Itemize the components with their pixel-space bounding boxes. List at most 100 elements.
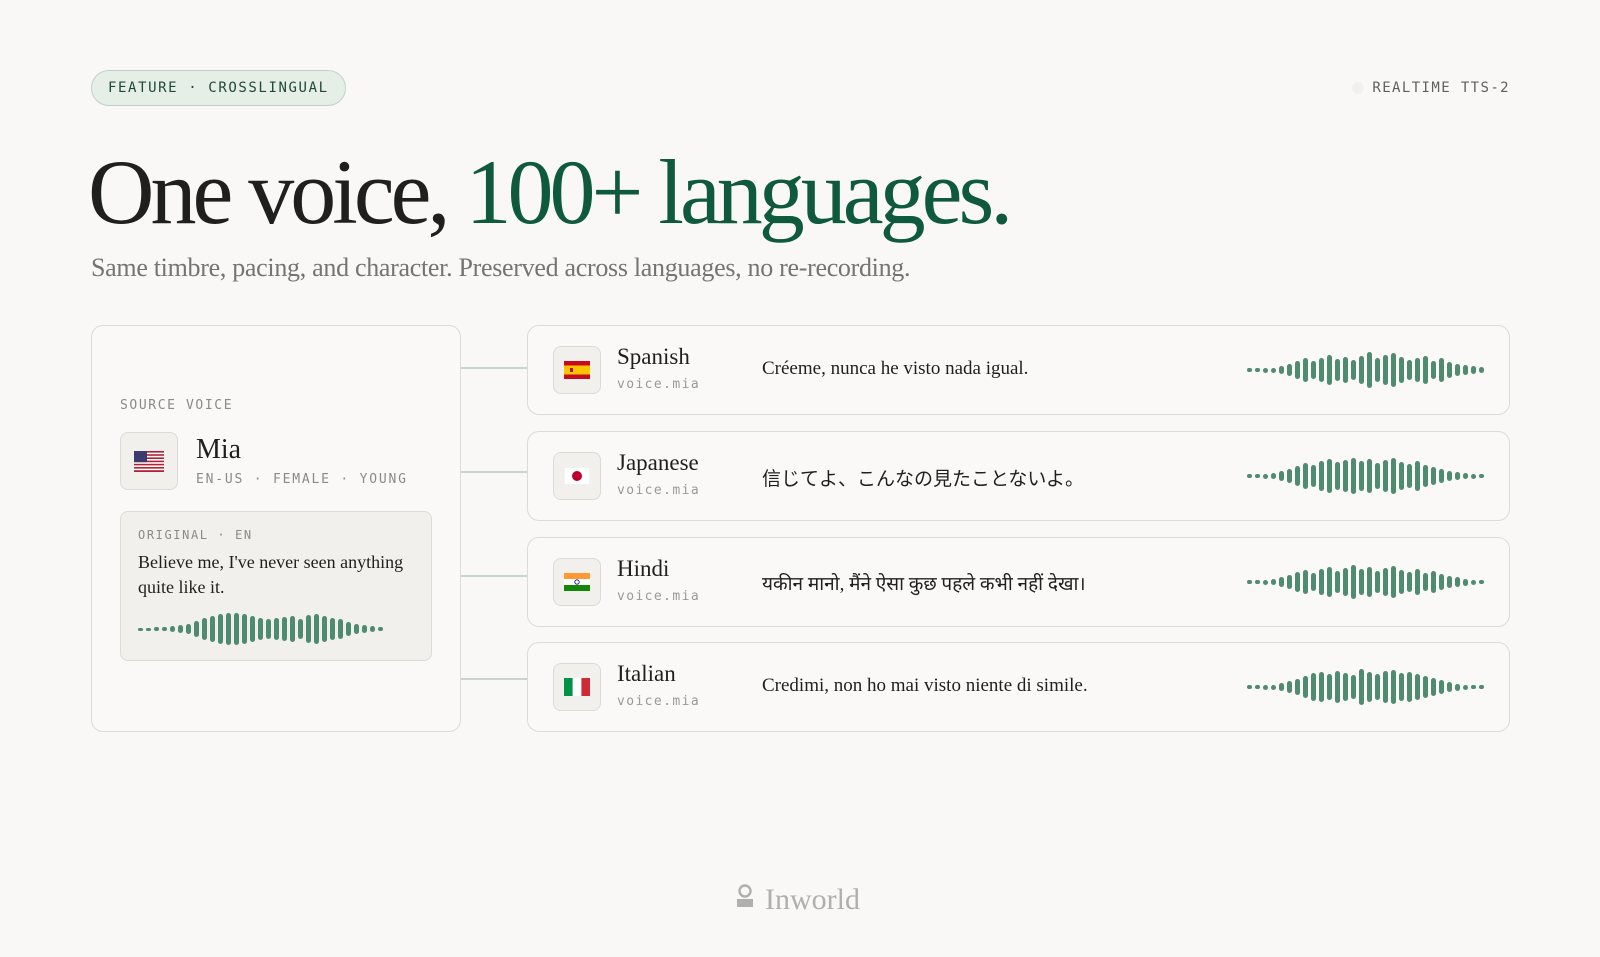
language-name: Japanese [617, 450, 699, 475]
waveform-bar [1367, 567, 1372, 597]
waveform-bar [1415, 569, 1420, 595]
waveform-bar [298, 619, 303, 639]
waveform-bar [1455, 364, 1460, 376]
waveform-bar [1407, 360, 1412, 380]
waveform-bar [1359, 569, 1364, 595]
waveform-bar [1263, 579, 1268, 585]
waveform-bar [1279, 471, 1284, 481]
waveform-bar [1319, 461, 1324, 491]
waveform-bar [250, 616, 255, 642]
original-sample[interactable]: ORIGINAL · EN Believe me, I've never see… [120, 511, 432, 661]
language-phrase: 信じてよ、こんなの見たことないよ。 [762, 469, 1085, 490]
waveform-bar [1423, 676, 1428, 698]
waveform-bar [1247, 685, 1252, 689]
waveform-bar [1447, 576, 1452, 588]
us-flag-icon [120, 432, 178, 490]
connector-line [460, 678, 527, 680]
language-card-hindi[interactable]: Hindi voice.mia यकीन मानो, मैंने ऐसा कुछ… [527, 537, 1510, 627]
waveform-bar [1295, 572, 1300, 592]
waveform-icon [1247, 669, 1484, 705]
waveform-bar [290, 616, 295, 642]
waveform-bar [1407, 572, 1412, 592]
waveform-bar [1319, 569, 1324, 595]
language-phrase: Credimi, non ho mai visto niente di simi… [762, 675, 1088, 696]
source-voice-name: Mia [196, 434, 242, 465]
waveform-bar [1367, 352, 1372, 388]
waveform-bar [346, 622, 351, 636]
waveform-bar [178, 625, 183, 633]
waveform-bar [1407, 672, 1412, 702]
waveform-bar [1383, 355, 1388, 385]
waveform-bar [1279, 683, 1284, 691]
waveform-bar [370, 626, 375, 632]
language-phrase: Créeme, nunca he visto nada igual. [762, 358, 1029, 379]
language-card-italian[interactable]: Italian voice.mia Credimi, non ho mai vi… [527, 642, 1510, 732]
connector-line [460, 367, 527, 369]
waveform-bar [1295, 361, 1300, 379]
waveform-bar [1399, 357, 1404, 383]
waveform-bar [1303, 570, 1308, 594]
waveform-bar [1463, 684, 1468, 690]
waveform-bar [1479, 580, 1484, 584]
waveform-bar [1407, 464, 1412, 488]
waveform-bar [1399, 673, 1404, 701]
waveform-bar [282, 617, 287, 641]
waveform-bar [1383, 460, 1388, 492]
waveform-bar [234, 613, 239, 645]
language-voice-id: voice.mia [617, 483, 701, 498]
waveform-bar [1311, 573, 1316, 591]
headline-part-2: 100+ languages. [465, 141, 1014, 243]
waveform-bar [154, 627, 159, 631]
language-card-spanish[interactable]: Spanish voice.mia Créeme, nunca he visto… [527, 325, 1510, 415]
waveform-bar [1431, 678, 1436, 696]
waveform-bar [1463, 365, 1468, 375]
waveform-bar [1367, 672, 1372, 702]
model-tag: REALTIME TTS-2 [1352, 80, 1510, 96]
waveform-bar [1351, 675, 1356, 699]
waveform-bar [210, 616, 215, 642]
waveform-bar [1303, 676, 1308, 698]
waveform-bar [1335, 671, 1340, 703]
waveform-bar [1463, 473, 1468, 479]
source-voice-card[interactable]: SOURCE VOICE Mia EN-US · FEMALE · YOUNG … [91, 325, 461, 732]
waveform-bar [1399, 570, 1404, 594]
source-voice-label: SOURCE VOICE [120, 398, 234, 413]
waveform-bar [1287, 364, 1292, 376]
language-voice-id: voice.mia [617, 377, 701, 392]
waveform-bar [1327, 355, 1332, 385]
waveform-bar [306, 615, 311, 643]
waveform-bar [258, 618, 263, 640]
waveform-bar [1375, 358, 1380, 382]
language-card-japanese[interactable]: Japanese voice.mia 信じてよ、こんなの見たことないよ。 [527, 431, 1510, 521]
waveform-bar [1423, 465, 1428, 487]
waveform-bar [1343, 673, 1348, 701]
waveform-bar [1439, 574, 1444, 590]
waveform-bar [1271, 684, 1276, 690]
waveform-bar [1343, 460, 1348, 492]
waveform-bar [1439, 680, 1444, 694]
waveform-bar [1383, 568, 1388, 596]
waveform-bar [226, 613, 231, 645]
inworld-logo-icon [735, 883, 755, 917]
language-name: Hindi [617, 556, 670, 581]
waveform-bar [1391, 670, 1396, 704]
waveform-bar [1375, 674, 1380, 700]
language-voice-id: voice.mia [617, 589, 701, 604]
waveform-bar [1335, 571, 1340, 593]
waveform-bar [1327, 674, 1332, 700]
waveform-bar [1351, 458, 1356, 494]
waveform-bar [354, 624, 359, 634]
waveform-bar [1279, 366, 1284, 374]
waveform-bar [1439, 358, 1444, 382]
waveform-bar [1255, 580, 1260, 584]
waveform-bar [1455, 472, 1460, 480]
waveform-bar [1471, 579, 1476, 585]
waveform-bar [1279, 577, 1284, 587]
waveform-icon [1247, 458, 1484, 494]
waveform-bar [1423, 573, 1428, 591]
italy-flag-icon [553, 663, 601, 711]
waveform-bar [1327, 459, 1332, 493]
waveform-bar [1263, 473, 1268, 479]
language-name: Italian [617, 661, 676, 686]
japan-flag-icon [553, 452, 601, 500]
